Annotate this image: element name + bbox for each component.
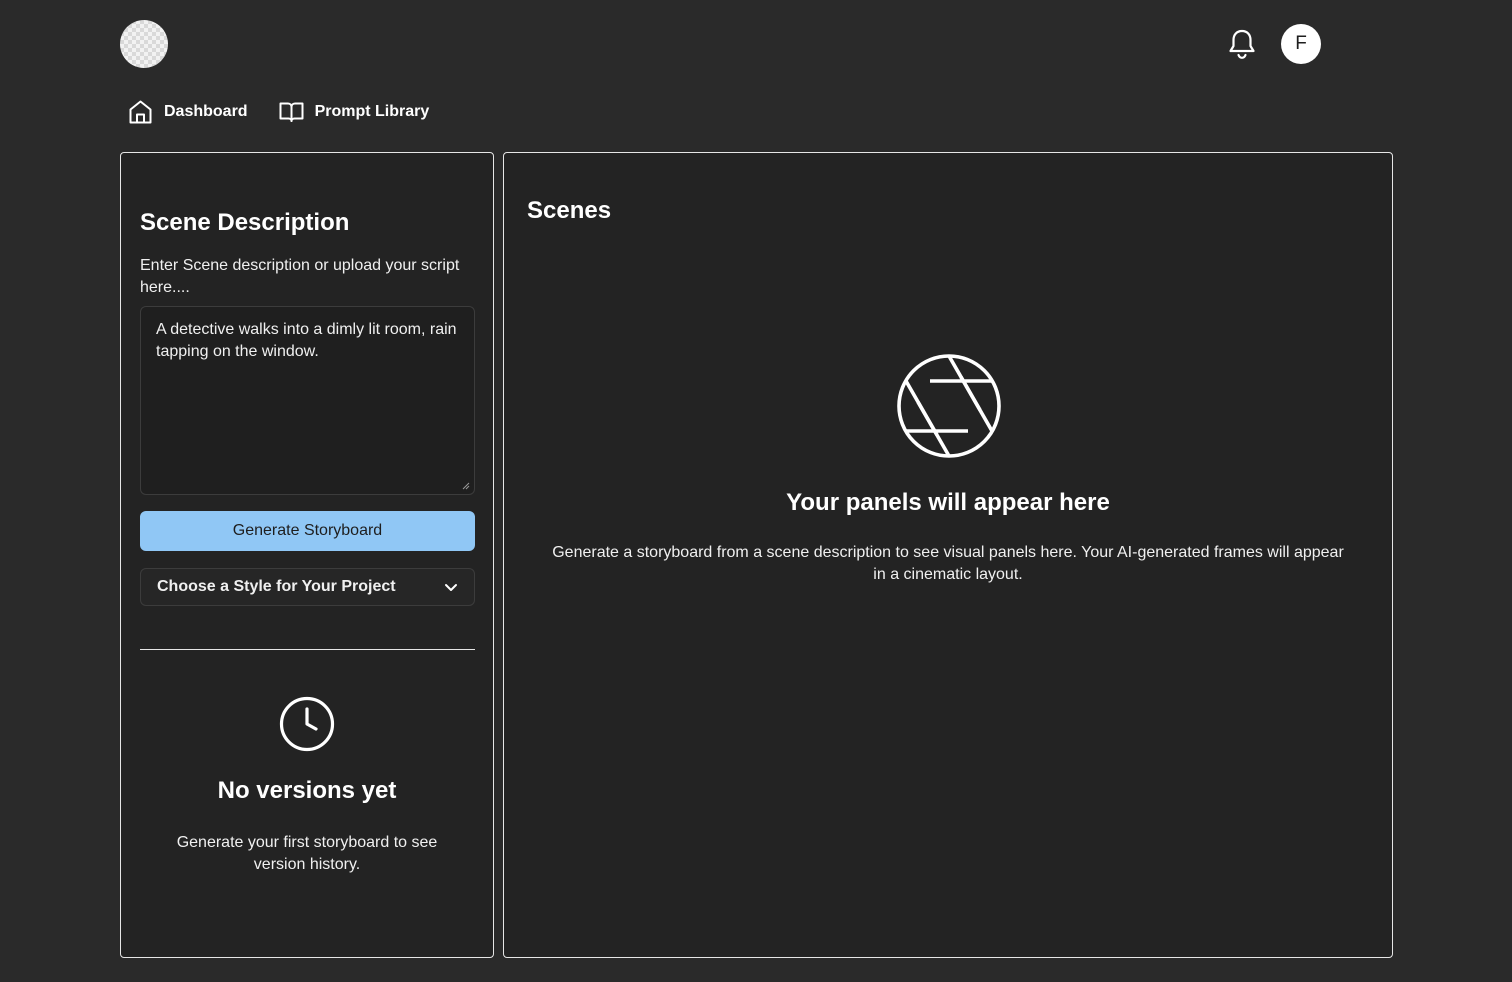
generate-storyboard-button[interactable]: Generate Storyboard	[140, 511, 475, 551]
scene-description-hint: Enter Scene description or upload your s…	[140, 257, 460, 296]
resize-handle-icon[interactable]	[462, 482, 470, 490]
bell-icon	[1229, 29, 1255, 59]
user-avatar[interactable]: F	[1281, 24, 1321, 64]
nav-label-prompt-library: Prompt Library	[314, 103, 430, 120]
scene-description-value: A detective walks into a dimly lit room,…	[156, 321, 457, 360]
scene-description-input[interactable]: A detective walks into a dimly lit room,…	[140, 306, 475, 495]
empty-panels-subtitle: Generate a storyboard from a scene descr…	[552, 544, 1344, 583]
empty-panels-title: Your panels will appear here	[786, 489, 1110, 516]
style-select-label: Choose a Style for Your Project	[157, 578, 396, 595]
nav-item-dashboard[interactable]: Dashboard	[128, 98, 248, 126]
notifications-button[interactable]	[1226, 28, 1258, 60]
generate-storyboard-label: Generate Storyboard	[232, 522, 383, 539]
scenes-panel: Scenes Your panels will appear here Gene…	[503, 152, 1393, 958]
scene-description-panel: Scene Description Enter Scene descriptio…	[120, 152, 494, 958]
nav-label-dashboard: Dashboard	[164, 103, 248, 120]
scenes-title: Scenes	[527, 197, 612, 224]
nav-item-prompt-library[interactable]: Prompt Library	[279, 98, 430, 126]
top-nav: Dashboard Prompt Library	[128, 98, 429, 126]
app-logo[interactable]	[120, 20, 168, 68]
home-icon	[129, 100, 152, 124]
chevron-down-icon	[445, 583, 457, 591]
scene-description-title: Scene Description	[140, 209, 350, 236]
book-icon	[279, 102, 304, 122]
panel-divider	[140, 649, 475, 650]
style-select[interactable]: Choose a Style for Your Project	[140, 568, 475, 606]
aperture-icon	[897, 354, 1001, 458]
empty-versions-subtitle: Generate your first storyboard to see ve…	[176, 834, 438, 873]
clock-icon	[279, 696, 335, 752]
avatar-initial: F	[1295, 33, 1307, 54]
empty-versions-title: No versions yet	[217, 777, 397, 804]
